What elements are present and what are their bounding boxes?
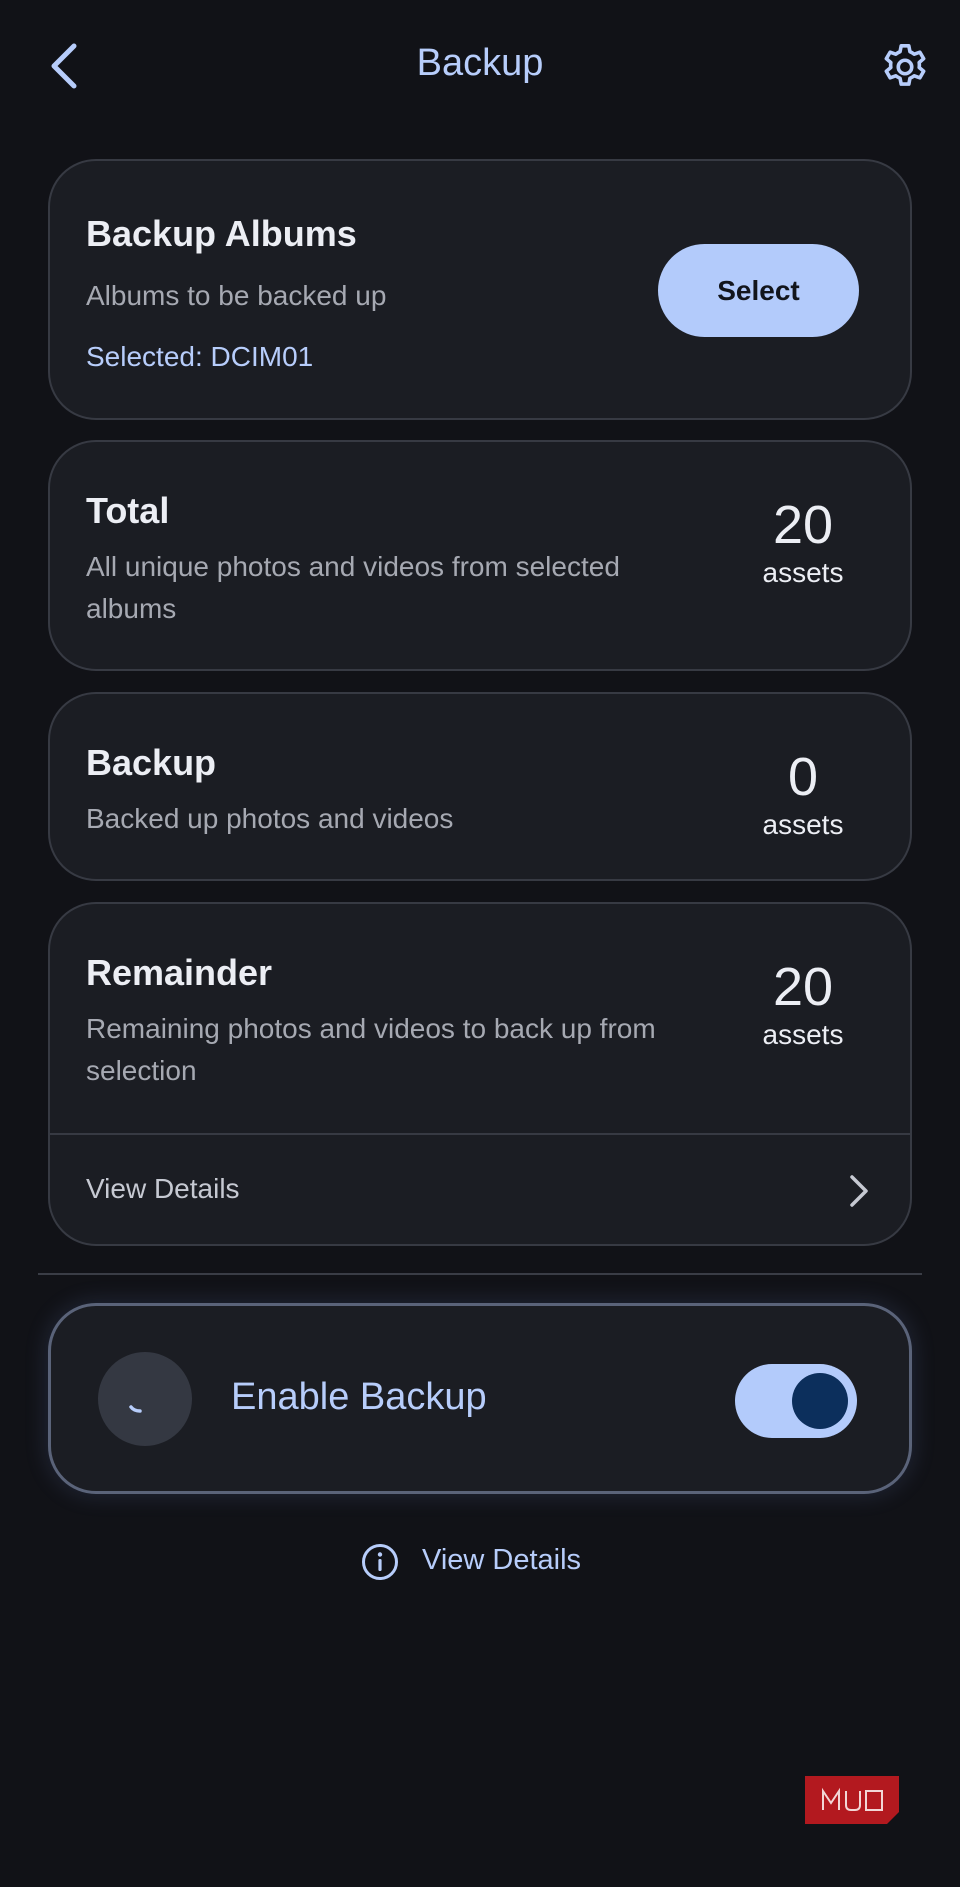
backup-progress-indicator (98, 1352, 192, 1446)
total-count-unit: assets (762, 557, 844, 588)
gear-icon (884, 44, 926, 86)
backup-count-number: 0 (787, 747, 819, 807)
view-details-link-label: View Details (422, 1544, 582, 1576)
backup-count-unit: assets (762, 809, 844, 840)
backup-albums-card: Backup Albums Albums to be backed up Sel… (48, 159, 912, 420)
app-root: Backup Backup Albums Albums to be backed… (0, 0, 960, 1887)
total-card: Total All unique photos and videos from … (48, 440, 912, 671)
backup-title: Backup (86, 742, 217, 783)
backup-count: 0 assets (748, 746, 858, 842)
remainder-card: Remainder Remaining photos and videos to… (48, 902, 912, 1246)
backup-card: Backup Backed up photos and videos 0 ass… (48, 692, 912, 881)
toggle-knob (792, 1373, 848, 1429)
top-app-bar: Backup (0, 0, 960, 134)
loading-spinner-icon (129, 1405, 142, 1413)
remainder-view-details-label: View Details (86, 1173, 240, 1204)
total-count-number: 20 (772, 495, 834, 555)
total-subtitle: All unique photos and videos from select… (86, 551, 620, 624)
remainder-count: 20 assets (748, 956, 858, 1052)
remainder-title: Remainder (86, 952, 273, 993)
page-title: Backup (416, 42, 544, 84)
total-count: 20 assets (748, 494, 858, 590)
selected-albums-text: Selected: DCIM01 (86, 341, 314, 372)
remainder-view-details-row[interactable]: View Details (50, 1135, 910, 1246)
view-details-link[interactable]: View Details (360, 1540, 600, 1584)
remainder-count-unit: assets (762, 1019, 844, 1050)
settings-button[interactable] (878, 40, 932, 94)
muo-watermark-logo (805, 1776, 899, 1824)
backup-albums-subtitle: Albums to be backed up (86, 280, 387, 311)
enable-backup-toggle[interactable] (735, 1364, 857, 1438)
remainder-count-number: 20 (772, 957, 834, 1017)
info-icon (362, 1544, 398, 1580)
remainder-subtitle: Remaining photos and videos to back up f… (86, 1013, 656, 1086)
select-albums-button[interactable]: Select (658, 244, 859, 337)
backup-albums-title: Backup Albums (86, 213, 357, 254)
backup-subtitle: Backed up photos and videos (86, 803, 454, 834)
enable-backup-label: Enable Backup (231, 1376, 487, 1418)
chevron-right-icon (850, 1175, 868, 1207)
section-divider (38, 1273, 922, 1275)
enable-backup-card: Enable Backup (48, 1303, 912, 1494)
total-title: Total (86, 490, 170, 531)
